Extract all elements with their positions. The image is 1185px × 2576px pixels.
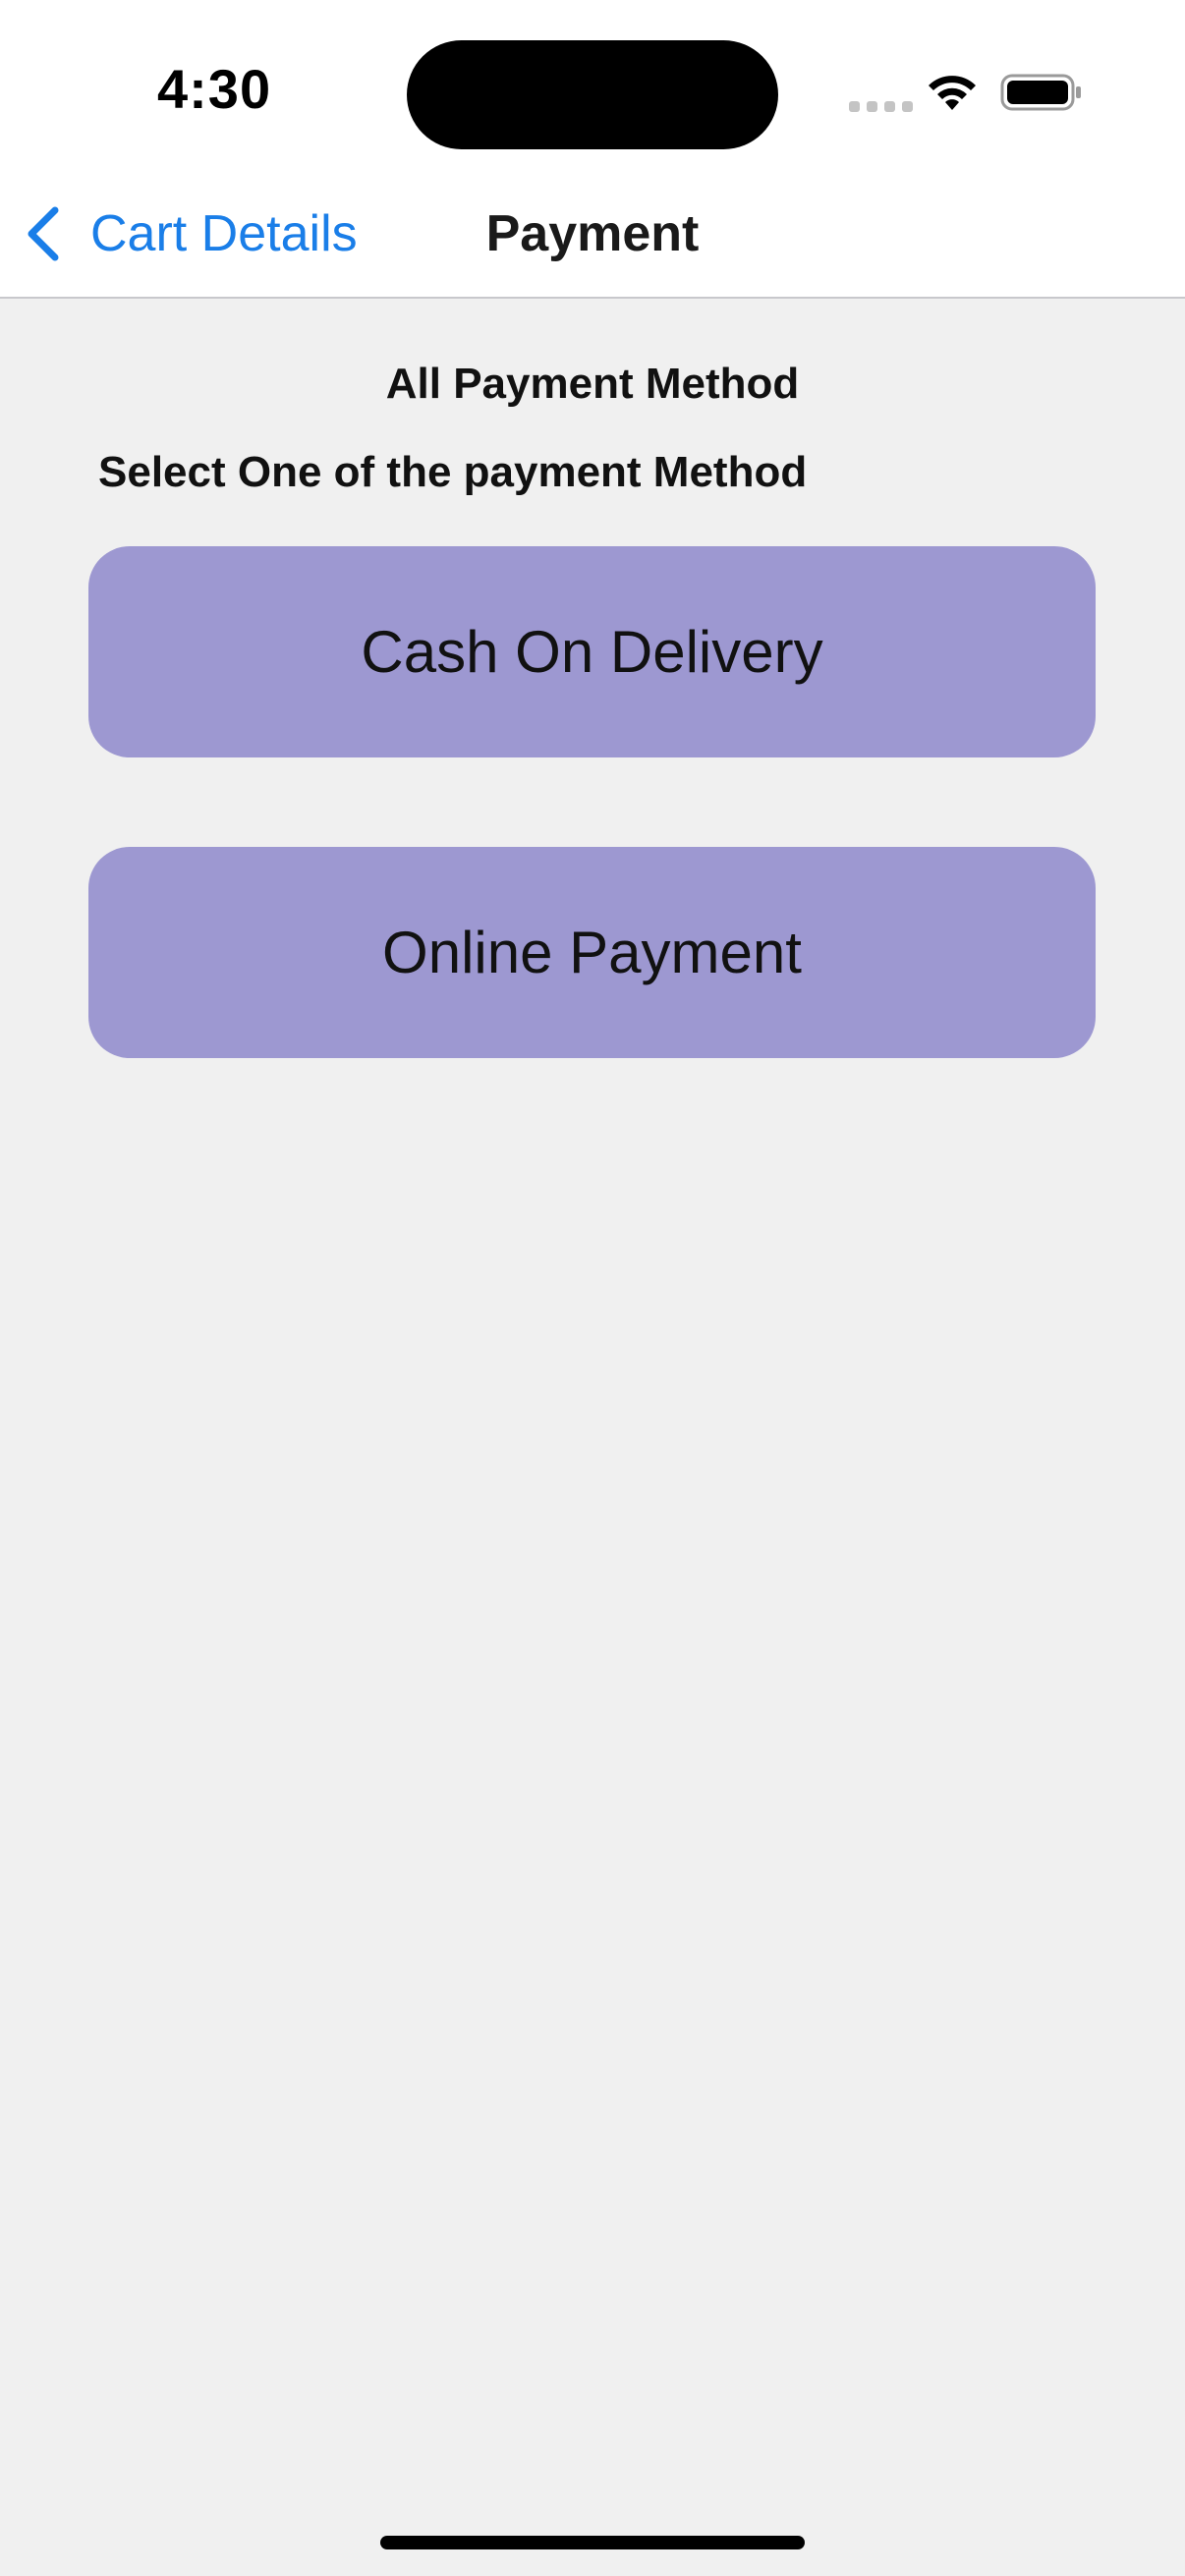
cash-on-delivery-button[interactable]: Cash On Delivery: [88, 546, 1096, 757]
section-heading: All Payment Method: [385, 360, 800, 408]
battery-icon: [1000, 74, 1081, 111]
home-indicator[interactable]: [380, 2536, 805, 2549]
wifi-icon: [929, 76, 976, 110]
cellular-signal-icon: [849, 101, 913, 112]
status-time: 4:30: [157, 58, 272, 120]
status-bar: 4:30: [0, 0, 1185, 172]
navigation-bar: Cart Details Payment: [0, 172, 1185, 299]
page-title: Payment: [485, 205, 700, 262]
dynamic-island: [407, 40, 778, 149]
section-subheading: Select One of the payment Method: [98, 448, 808, 496]
online-payment-button[interactable]: Online Payment: [88, 847, 1096, 1058]
